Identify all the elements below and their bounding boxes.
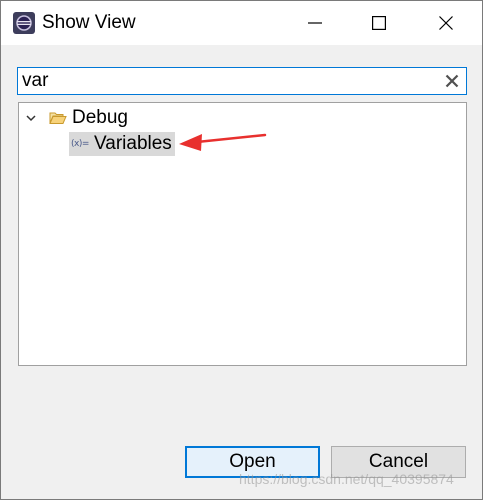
eclipse-icon — [13, 12, 35, 34]
open-button-label: Open — [229, 451, 276, 472]
dialog-title: Show View — [42, 12, 136, 33]
chevron-down-icon[interactable] — [23, 110, 39, 126]
tree-node-label: Variables — [94, 133, 172, 154]
minimize-icon — [308, 22, 322, 24]
clear-icon[interactable] — [443, 72, 461, 90]
views-tree[interactable]: Debug (x)= Variables — [18, 102, 467, 366]
folder-open-icon — [49, 112, 67, 124]
show-view-dialog: Show View var Debug (x)= Variables Open … — [0, 0, 483, 500]
tree-node-variables[interactable]: (x)= Variables — [69, 132, 175, 156]
open-button[interactable]: Open — [185, 446, 320, 478]
variables-icon: (x)= — [71, 139, 89, 149]
cancel-button-label: Cancel — [368, 451, 429, 472]
maximize-button[interactable] — [356, 1, 402, 45]
filter-field[interactable] — [17, 67, 467, 95]
cancel-button[interactable]: Cancel — [331, 446, 466, 478]
minimize-button[interactable] — [292, 1, 338, 45]
close-button[interactable] — [423, 1, 469, 45]
close-icon — [439, 16, 453, 30]
maximize-icon — [372, 16, 386, 30]
filter-input[interactable] — [22, 69, 432, 93]
title-bar: Show View — [1, 1, 482, 45]
tree-node-label: Debug — [72, 107, 128, 128]
tree-node-debug[interactable]: Debug — [23, 106, 128, 130]
